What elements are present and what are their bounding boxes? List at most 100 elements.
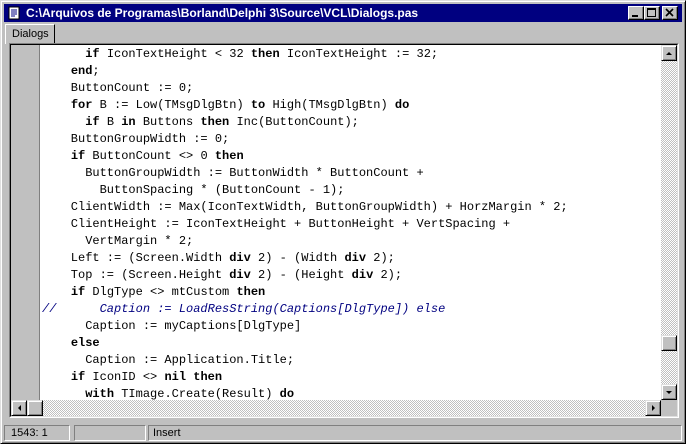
keyword: then <box>236 285 266 299</box>
code-line: ButtonGroupWidth := 0; <box>42 131 229 148</box>
scroll-down-button[interactable] <box>661 384 677 400</box>
editor-window: C:\Arquivos de Programas\Borland\Delphi … <box>0 0 686 444</box>
keyword: div <box>229 268 251 282</box>
keyword: div <box>351 268 374 282</box>
code-text: Caption := myCaptions[DlgType] <box>42 319 302 333</box>
code-text: Top := (Screen.Height <box>42 268 230 282</box>
code-text: IconID <> <box>85 370 165 384</box>
keyword: div <box>344 251 367 265</box>
close-icon <box>665 8 674 17</box>
code-text: IconTextHeight < 32 <box>99 47 251 61</box>
code-line: Caption := Application.Title; <box>42 352 294 369</box>
window-title: C:\Arquivos de Programas\Borland\Delphi … <box>26 6 419 20</box>
maximize-button[interactable] <box>644 6 660 20</box>
code-line: VertMargin * 2; <box>42 233 193 250</box>
keyword: end <box>70 64 93 78</box>
status-modified-panel <box>74 425 146 441</box>
code-line: if IconID <> nil then <box>42 369 222 386</box>
scroll-left-button[interactable] <box>11 400 27 416</box>
keyword: if <box>70 285 86 299</box>
keyword: then <box>193 370 223 384</box>
code-line: ButtonGroupWidth := ButtonWidth * Button… <box>42 165 424 182</box>
tab-dialogs[interactable]: Dialogs <box>5 24 55 44</box>
code-text: ButtonGroupWidth := ButtonWidth * Button… <box>42 166 424 180</box>
code-line: ClientHeight := IconTextHeight + ButtonH… <box>42 216 510 233</box>
keyword: to <box>250 98 266 112</box>
code-text: 2); <box>373 268 403 282</box>
keyword: for <box>70 98 93 112</box>
code-line: with TImage.Create(Result) do <box>42 386 294 400</box>
code-text: B <box>99 115 122 129</box>
status-mode-panel: Insert <box>148 425 682 441</box>
code-line: if B in Buttons then Inc(ButtonCount); <box>42 114 359 131</box>
keyword: with <box>85 387 115 400</box>
scroll-right-button[interactable] <box>645 400 661 416</box>
code-text: 2) - (Width <box>250 251 345 265</box>
keyword: else <box>70 336 100 350</box>
code-text: // Caption := LoadResString(Captions[Dlg… <box>42 302 446 316</box>
code-text: 2); <box>366 251 395 265</box>
code-text: ClientHeight := IconTextHeight + ButtonH… <box>42 217 511 231</box>
code-area[interactable]: if IconTextHeight < 32 then IconTextHeig… <box>40 46 660 400</box>
code-text: Buttons <box>135 115 201 129</box>
vertical-scrollbar[interactable] <box>661 45 677 400</box>
code-line: if IconTextHeight < 32 then IconTextHeig… <box>42 46 438 63</box>
tab-label: Dialogs <box>12 28 49 40</box>
scroll-up-button[interactable] <box>661 45 677 61</box>
code-line: for B := Low(TMsgDlgBtn) to High(TMsgDlg… <box>42 97 409 114</box>
keyword: do <box>394 98 410 112</box>
code-text: VertMargin * 2; <box>42 234 194 248</box>
editor-gutter[interactable] <box>11 45 40 400</box>
code-text: TImage.Create(Result) <box>114 387 280 400</box>
code-line: if ButtonCount <> 0 then <box>42 148 244 165</box>
code-line: ButtonCount := 0; <box>42 80 193 97</box>
arrow-down-icon <box>666 391 672 394</box>
code-text: Left := (Screen.Width <box>42 251 230 265</box>
code-line: if DlgType <> mtCustom then <box>42 284 265 301</box>
insert-mode: Insert <box>153 427 181 439</box>
minimize-icon <box>632 15 638 17</box>
code-line: ClientWidth := Max(IconTextWidth, Button… <box>42 199 568 216</box>
code-text: B := Low(TMsgDlgBtn) <box>92 98 251 112</box>
cursor-position: 1543: 1 <box>11 427 48 439</box>
horizontal-scroll-thumb[interactable] <box>27 400 43 416</box>
vertical-scroll-thumb[interactable] <box>661 335 677 351</box>
code-text: ButtonCount := 0; <box>42 81 194 95</box>
keyword: div <box>229 251 251 265</box>
keyword: do <box>279 387 295 400</box>
arrow-right-icon <box>652 405 655 411</box>
horizontal-scrollbar[interactable] <box>11 400 661 416</box>
code-line: ButtonSpacing * (ButtonCount - 1); <box>42 182 345 199</box>
code-text: IconTextHeight := 32; <box>279 47 439 61</box>
code-text: ButtonGroupWidth := 0; <box>42 132 230 146</box>
scrollbar-corner <box>661 400 677 416</box>
code-text: High(TMsgDlgBtn) <box>265 98 395 112</box>
code-line: end; <box>42 63 100 80</box>
code-text: Inc(ButtonCount); <box>229 115 359 129</box>
code-text: 2) - (Height <box>250 268 352 282</box>
code-text: ClientWidth := Max(IconTextWidth, Button… <box>42 200 568 214</box>
code-line: else <box>42 335 100 352</box>
title-bar[interactable]: C:\Arquivos de Programas\Borland\Delphi … <box>4 4 682 22</box>
keyword: if <box>85 115 100 129</box>
minimize-button[interactable] <box>628 6 644 20</box>
code-line: Left := (Screen.Width div 2) - (Width di… <box>42 250 395 267</box>
code-comment-line: // Caption := LoadResString(Captions[Dlg… <box>42 301 445 318</box>
keyword: nil <box>164 370 187 384</box>
code-line: Top := (Screen.Height div 2) - (Height d… <box>42 267 402 284</box>
code-text: ButtonSpacing * (ButtonCount - 1); <box>42 183 345 197</box>
keyword: then <box>200 115 230 129</box>
keyword: if <box>70 370 86 384</box>
close-button[interactable] <box>662 6 678 20</box>
code-text: ; <box>92 64 100 78</box>
keyword: then <box>214 149 244 163</box>
